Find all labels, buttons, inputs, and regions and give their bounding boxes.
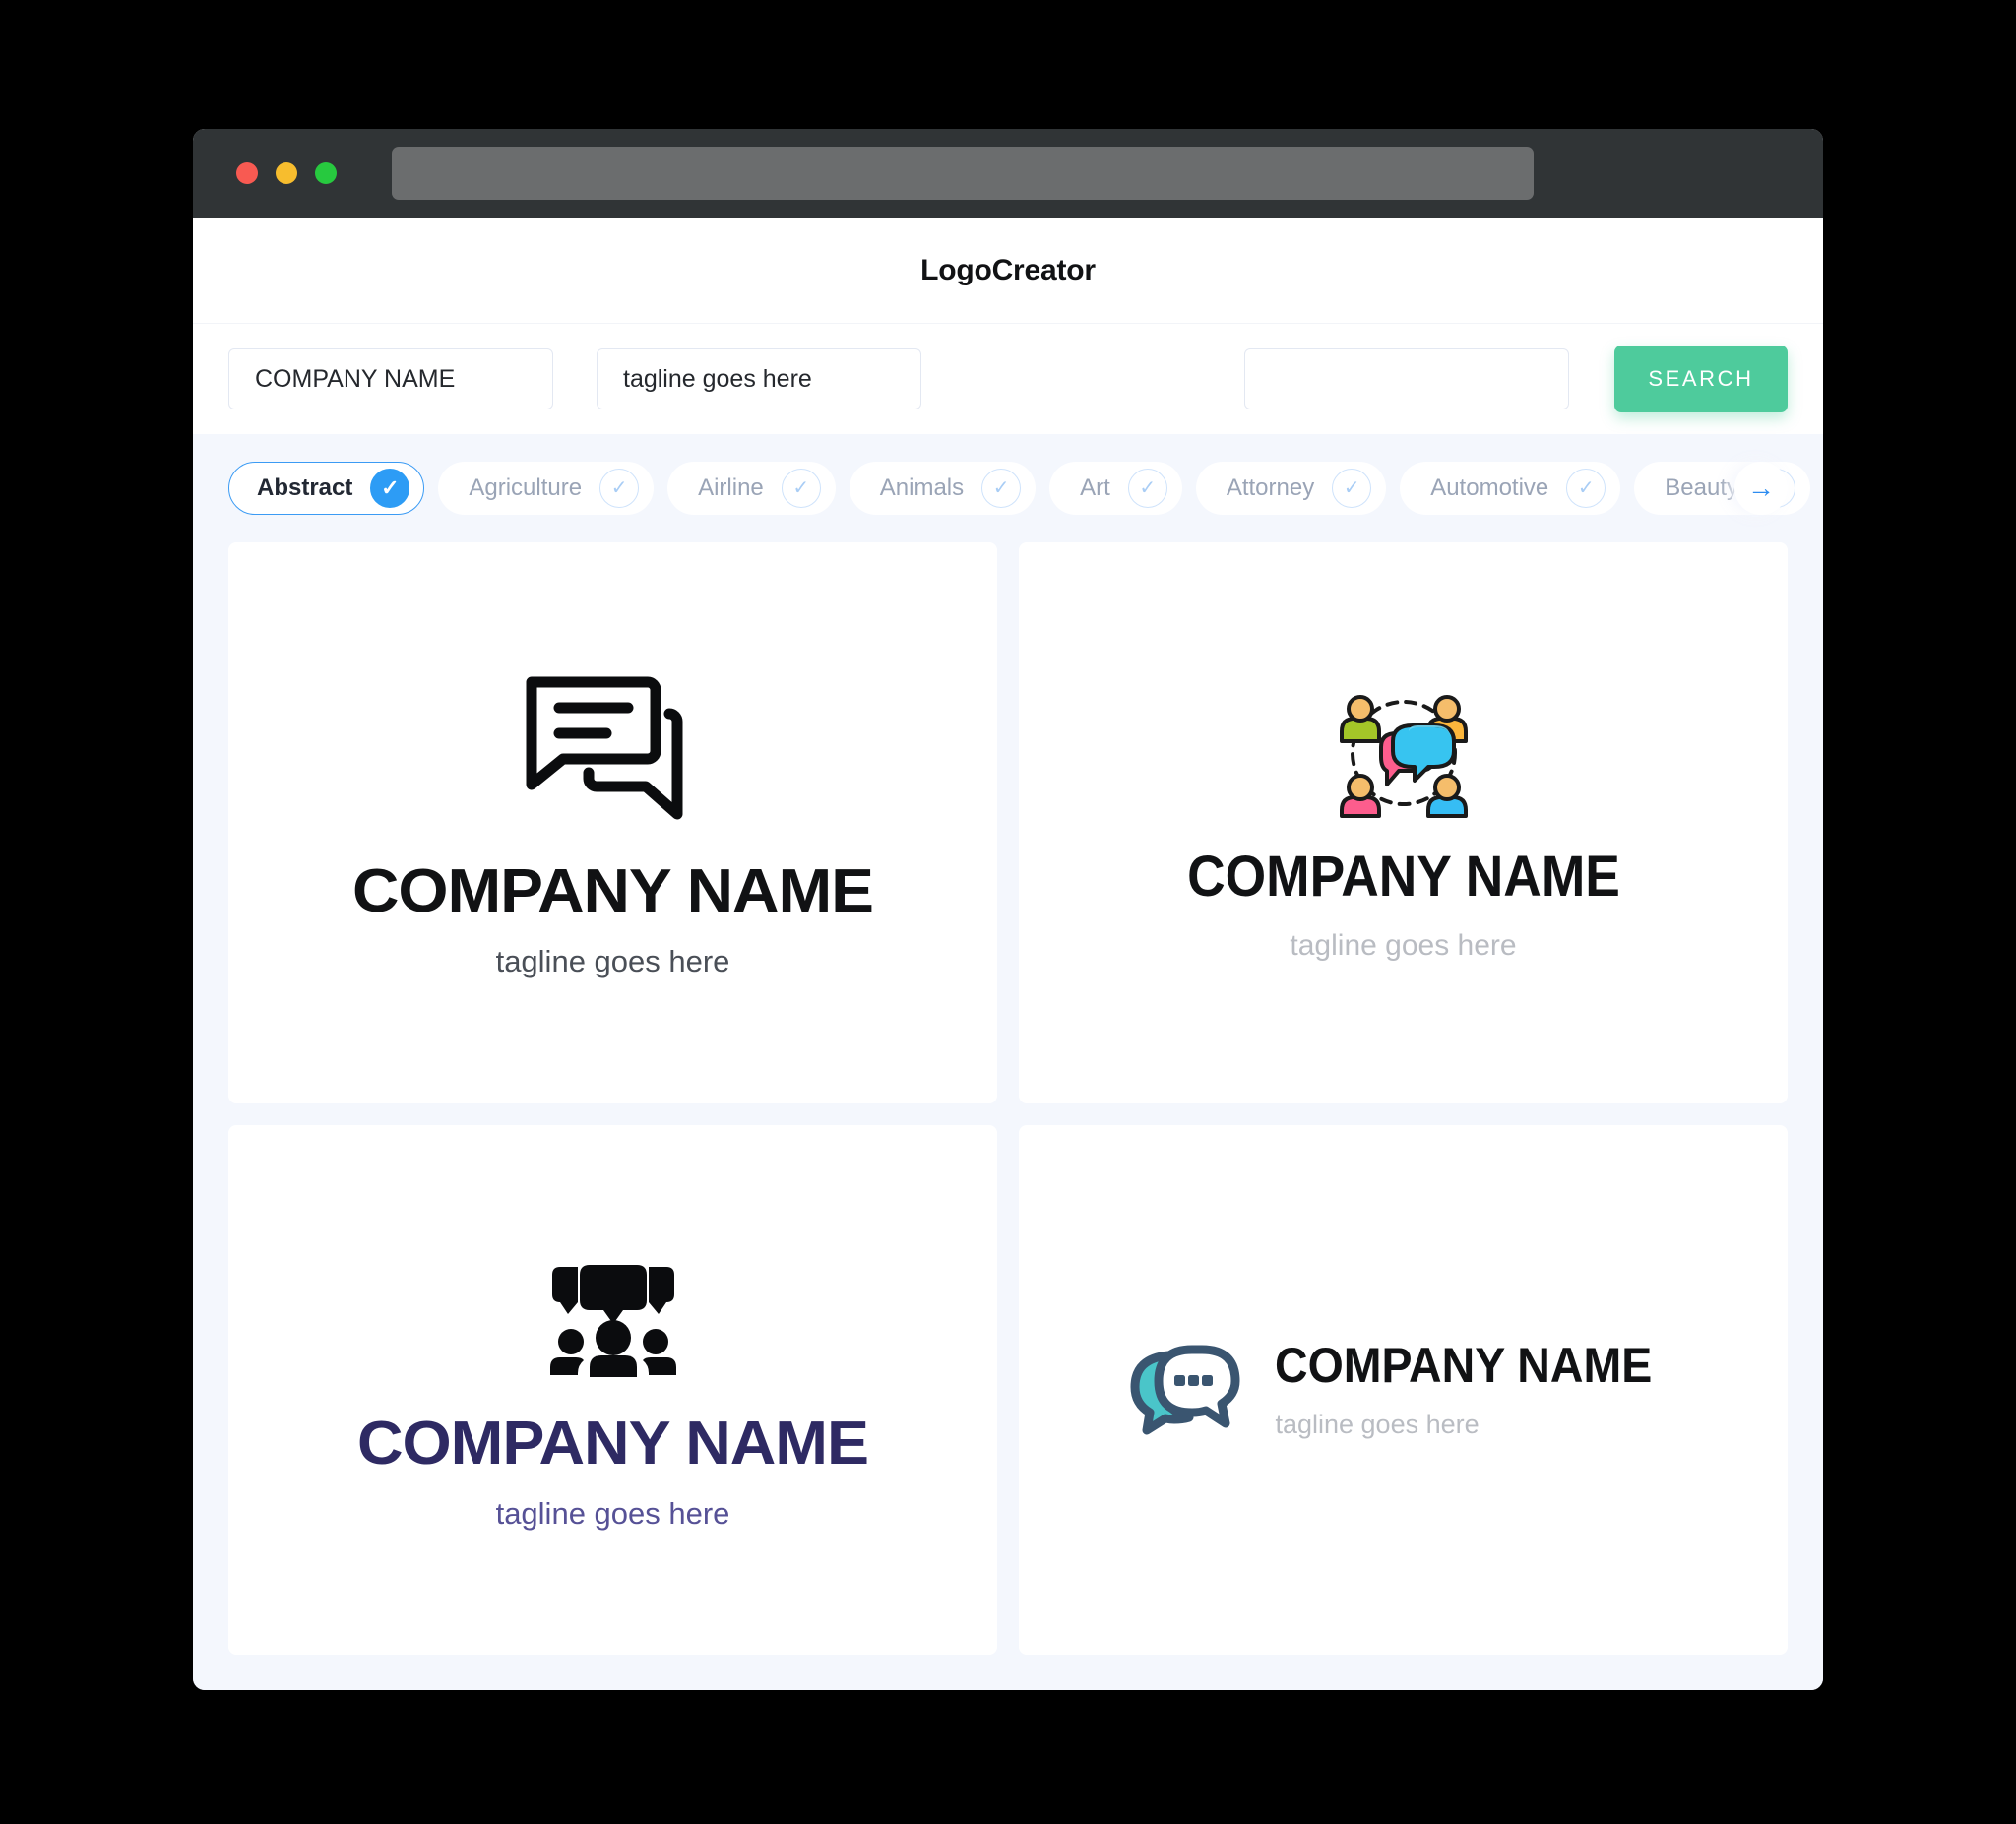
group-speech-solid-icon [544,1251,682,1384]
category-chip-automotive[interactable]: Automotive ✓ [1400,462,1621,515]
arrow-right-glyph: → [1747,472,1775,503]
minimize-window-button[interactable] [276,162,297,184]
app-header: LogoCreator [193,218,1823,323]
category-check-icon[interactable]: ✓ [981,469,1022,508]
logo-card[interactable]: COMPANY NAME tagline goes here [228,1124,997,1655]
company-name-input[interactable] [228,348,553,409]
category-chip-label: Attorney [1226,474,1315,501]
search-button[interactable]: SEARCH [1614,346,1788,412]
maximize-window-button[interactable] [315,162,337,184]
browser-window: LogoCreator SEARCH Abstract ✓ Agriculture ✓… [193,129,1823,1690]
logo-company-name: COMPANY NAME [352,857,874,926]
category-chip-label: Art [1080,474,1110,501]
page-title: LogoCreator [920,253,1096,286]
address-bar[interactable] [392,147,1534,200]
logo-tagline: tagline goes here [495,944,730,979]
keyword-input[interactable] [1244,348,1569,409]
category-chip-label: Automotive [1430,474,1549,501]
logo-tagline: tagline goes here [1275,1410,1480,1440]
category-chip-animals[interactable]: Animals ✓ [849,462,1037,515]
search-toolbar: SEARCH [193,323,1823,434]
logo-tagline: tagline goes here [1290,929,1517,963]
category-check-icon[interactable]: ✓ [781,469,821,508]
tagline-input[interactable] [597,348,921,409]
browser-titlebar [193,129,1823,218]
chat-bubbles-outline-icon [520,668,707,836]
logo-text-block: COMPANY NAME tagline goes here [1275,1341,1680,1438]
category-chip-agriculture[interactable]: Agriculture ✓ [438,462,655,515]
logo-company-name: COMPANY NAME [1186,845,1620,910]
category-chip-art[interactable]: Art ✓ [1049,462,1182,515]
category-check-icon[interactable]: ✓ [1332,469,1372,508]
logo-card[interactable]: COMPANY NAME tagline goes here [1019,1124,1788,1655]
logo-card[interactable]: COMPANY NAME tagline goes here [1019,542,1788,1103]
category-chip-airline[interactable]: Airline ✓ [667,462,836,515]
people-network-chat-icon [1330,684,1478,827]
categories-next-arrow-icon[interactable]: → [1734,462,1788,515]
category-check-icon[interactable]: ✓ [1566,469,1606,508]
category-chip-label: Animals [879,474,965,501]
logo-company-name: COMPANY NAME [1275,1338,1653,1394]
logo-results-grid: COMPANY NAME tagline goes here COMPANY N… [193,542,1823,1690]
teal-chat-bubble-dots-icon [1125,1334,1241,1445]
category-check-icon[interactable]: ✓ [370,469,410,508]
traffic-lights [236,162,337,184]
close-window-button[interactable] [236,162,258,184]
category-chip-label: Abstract [257,474,353,501]
category-filter-bar: Abstract ✓ Agriculture ✓ Airline ✓ Animals ✓ Art… [193,434,1823,542]
category-check-icon[interactable]: ✓ [1127,469,1167,508]
logo-card[interactable]: COMPANY NAME tagline goes here [228,542,997,1103]
category-chip-abstract[interactable]: Abstract ✓ [228,462,425,515]
category-chip-label: Airline [698,474,764,501]
category-chip-attorney[interactable]: Attorney ✓ [1195,462,1387,515]
category-chip-label: Agriculture [469,474,583,501]
logo-company-name: COMPANY NAME [357,1409,869,1478]
category-check-icon[interactable]: ✓ [599,469,640,508]
logo-tagline: tagline goes here [495,1495,730,1531]
category-chip-label: Beauty [1665,474,1738,501]
